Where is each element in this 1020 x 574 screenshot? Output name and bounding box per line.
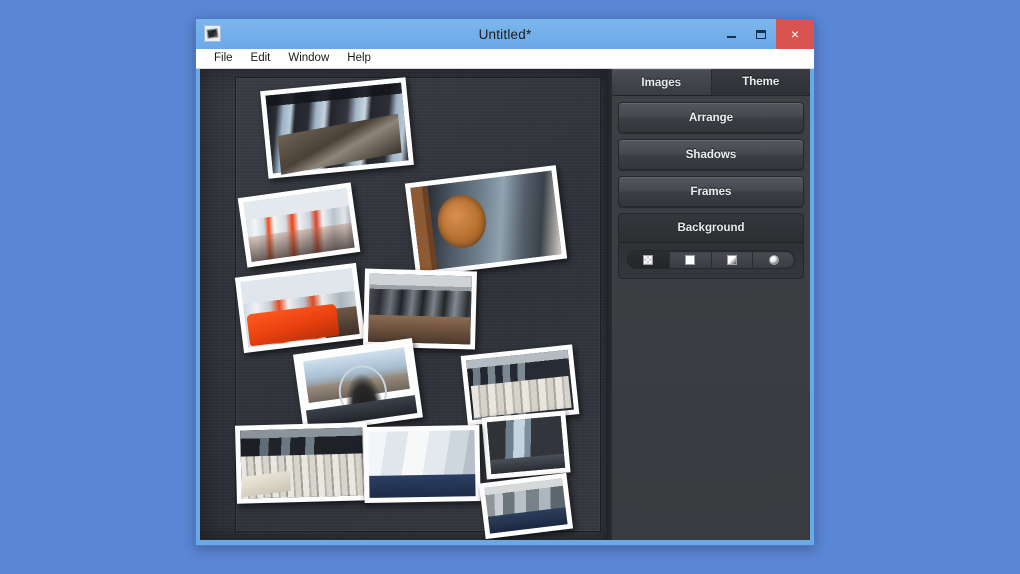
photo-image [299,344,418,429]
window-body: Images Theme Arrange Shadows Frames Back… [200,69,810,540]
collage-page-area[interactable] [234,77,601,540]
logo-mark [450,208,472,237]
swatch-checker-transparent[interactable] [628,251,670,268]
photo-boardroom-windows[interactable] [260,77,414,179]
swatch-linear-gradient[interactable] [712,251,754,268]
photo-presentation-screen-logo[interactable] [404,165,568,277]
photo-dark-doorway[interactable] [481,410,571,480]
swatch-radial-gradient[interactable] [753,251,794,268]
checker-swatch-icon [643,254,654,265]
tab-images[interactable]: Images [612,69,712,95]
floor-region [322,306,360,339]
maximize-button[interactable] [746,19,776,49]
side-panel: Images Theme Arrange Shadows Frames Back… [612,69,810,540]
radial-gradient-swatch-icon [768,254,779,265]
close-button[interactable]: × [776,19,814,49]
photo-hall-with-pods[interactable] [478,472,574,540]
photo-lecture-hall-seats[interactable] [235,422,369,504]
linear-gradient-swatch-icon [726,254,737,265]
shadows-button[interactable]: Shadows [618,139,804,170]
menu-item-file[interactable]: File [205,49,242,68]
photo-white-room-blue-carpet[interactable] [363,424,481,504]
boxes-region [426,477,472,493]
photo-window-hanging-chair[interactable] [293,338,423,434]
title-bar[interactable]: Untitled* × [196,19,814,49]
photo-image [410,170,562,272]
photo-cafeteria-red-chairs[interactable] [237,182,361,268]
swatch-solid-white[interactable] [670,251,712,268]
photo-image [486,415,566,475]
background-section: Background [618,213,804,279]
background-option-group[interactable] [627,250,795,269]
photo-image [240,427,364,499]
app-icon-glyph [206,28,219,39]
arrange-button[interactable]: Arrange [618,102,804,133]
minimize-button[interactable] [716,19,746,49]
menu-item-help[interactable]: Help [338,49,380,68]
photo-image [243,188,355,262]
white-swatch-icon [685,254,696,265]
tab-theme[interactable]: Theme [711,69,810,95]
collage-canvas[interactable] [200,69,606,540]
menu-item-edit[interactable]: Edit [242,49,280,68]
photo-image [466,349,574,421]
app-icon [204,25,221,42]
panel-content: Arrange Shadows Frames Background [612,96,810,279]
photo-image [484,478,568,534]
background-section-title: Background [619,214,803,243]
menu-bar: File Edit Window Help [196,49,814,69]
panel-tabs: Images Theme [612,69,810,96]
pods-region [507,514,544,529]
photo-image [368,430,476,498]
application-window: Untitled* × File Edit Window Help Images… [195,18,815,546]
photo-orange-sofa-lounge[interactable] [234,262,366,354]
photo-image [265,82,409,174]
background-section-body [619,243,803,278]
photo-image [240,268,360,348]
photo-image [368,273,472,345]
window-controls: × [716,19,814,49]
photo-computer-lab-monitors[interactable] [362,268,478,350]
frames-button[interactable]: Frames [618,176,804,207]
menu-item-window[interactable]: Window [279,49,338,68]
